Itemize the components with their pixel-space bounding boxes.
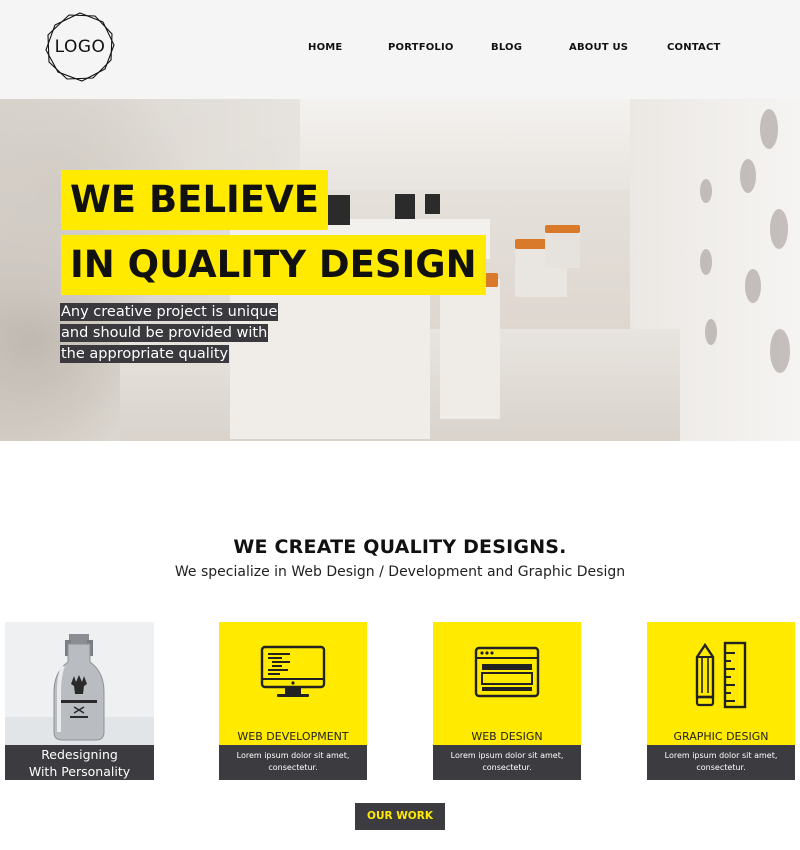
- card-title: WEB DEVELOPMENT: [237, 730, 349, 743]
- hero-subtitle-line1: Any creative project is unique: [60, 303, 279, 321]
- service-card-web-design[interactable]: WEB DESIGN Lorem ipsum dolor sit amet, c…: [433, 622, 581, 780]
- nav-contact[interactable]: CONTACT: [667, 42, 721, 53]
- card-description: Lorem ipsum dolor sit amet, consectetur.: [219, 745, 367, 780]
- our-work-button[interactable]: OUR WORK: [355, 803, 445, 830]
- hero-subtitle-line3: the appropriate quality: [60, 345, 230, 363]
- nav-portfolio[interactable]: PORTFOLIO: [388, 42, 454, 53]
- site-header: LOGO HOME PORTFOLIO BLOG ABOUT US CONTAC…: [0, 0, 800, 99]
- nav-home[interactable]: HOME: [308, 42, 342, 53]
- computer-monitor-icon: [260, 645, 326, 697]
- portfolio-photo-card[interactable]: Redesigning With Personality: [5, 622, 154, 780]
- hero-title-line1: WE BELIEVE: [61, 170, 328, 230]
- logo-text: LOGO: [54, 37, 106, 57]
- section-title: WE CREATE QUALITY DESIGNS.: [233, 536, 567, 558]
- pencil-ruler-icon: [695, 641, 747, 709]
- browser-window-icon: [474, 646, 540, 698]
- logo[interactable]: LOGO: [45, 12, 115, 82]
- hero-title-line2: IN QUALITY DESIGN: [61, 235, 486, 295]
- card-title: GRAPHIC DESIGN: [673, 730, 769, 743]
- growler-bottle-image: [5, 622, 154, 745]
- service-card-graphic-design[interactable]: GRAPHIC DESIGN Lorem ipsum dolor sit ame…: [647, 622, 795, 780]
- hero-banner: WE BELIEVE IN QUALITY DESIGN Any creativ…: [0, 99, 800, 441]
- hero-subtitle-line2: and should be provided with: [60, 324, 269, 342]
- card-description: Lorem ipsum dolor sit amet, consectetur.: [433, 745, 581, 780]
- section-subtitle: We specialize in Web Design / Developmen…: [174, 564, 626, 580]
- card-description: Lorem ipsum dolor sit amet, consectetur.: [647, 745, 795, 780]
- nav-blog[interactable]: BLOG: [491, 42, 522, 53]
- page: LOGO HOME PORTFOLIO BLOG ABOUT US CONTAC…: [0, 0, 800, 850]
- card-title: WEB DESIGN: [471, 730, 543, 743]
- nav-about-us[interactable]: ABOUT US: [569, 42, 628, 53]
- service-card-web-development[interactable]: WEB DEVELOPMENT Lorem ipsum dolor sit am…: [219, 622, 367, 780]
- photo-card-caption: Redesigning With Personality: [5, 745, 154, 780]
